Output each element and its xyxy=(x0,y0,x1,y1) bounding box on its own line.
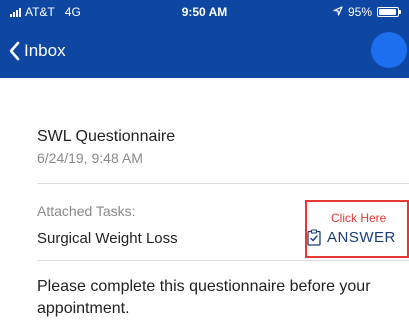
attached-tasks-label: Attached Tasks: xyxy=(37,203,136,219)
status-right: 95% xyxy=(333,5,401,19)
app-header: AT&T 4G 9:50 AM 95% Inbox xyxy=(0,0,409,78)
location-arrow-icon xyxy=(333,5,343,19)
battery-percent: 95% xyxy=(347,5,372,19)
battery-icon xyxy=(377,7,401,17)
nav-bar: Inbox xyxy=(0,36,409,78)
task-name: Surgical Weight Loss xyxy=(37,230,178,247)
back-label: Inbox xyxy=(24,41,66,60)
answer-button[interactable]: ANSWER xyxy=(307,229,396,246)
status-bar: AT&T 4G 9:50 AM 95% xyxy=(0,0,409,24)
divider xyxy=(37,260,409,261)
profile-avatar-button[interactable] xyxy=(371,32,407,68)
clipboard-check-icon xyxy=(307,229,327,246)
back-chevron-icon xyxy=(8,41,24,61)
message-title: SWL Questionnaire xyxy=(37,128,176,145)
back-button[interactable]: Inbox xyxy=(8,41,66,61)
battery-fill xyxy=(379,9,397,15)
answer-label: ANSWER xyxy=(327,229,396,246)
divider xyxy=(37,183,409,184)
message-date: 6/24/19, 9:48 AM xyxy=(37,150,143,166)
click-here-annotation: Click Here xyxy=(331,211,387,225)
message-body: Please complete this questionnaire befor… xyxy=(37,278,371,317)
